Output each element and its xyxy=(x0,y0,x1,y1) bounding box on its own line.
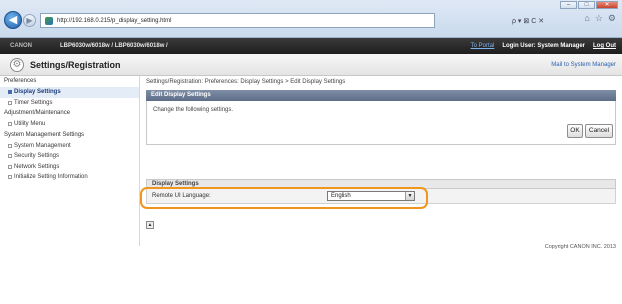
sidebar: Preferences Display Settings Timer Setti… xyxy=(0,76,140,246)
close-button[interactable]: ✕ xyxy=(596,1,618,9)
search-refresh-stop-icons[interactable]: ρ ▾ ⊠ C ✕ xyxy=(512,17,544,25)
page-top-icon[interactable]: ▲ xyxy=(146,221,154,229)
sidebar-item-timer-settings[interactable]: Timer Settings xyxy=(0,98,139,109)
sidebar-item-label: Display Settings xyxy=(14,89,61,95)
maximize-button[interactable]: □ xyxy=(578,1,595,9)
cancel-button[interactable]: Cancel xyxy=(585,124,613,138)
logout-link[interactable]: Log Out xyxy=(593,43,616,49)
bullet-icon xyxy=(8,90,12,94)
sidebar-item-label: Network Settings xyxy=(14,163,60,170)
url-text: http://192.168.0.215/p_display_setting.h… xyxy=(57,17,172,24)
breadcrumb: Settings/Registration: Preferences: Disp… xyxy=(146,79,346,85)
bullet-icon xyxy=(8,164,12,169)
page-header: ⚙ Settings/Registration Mail to System M… xyxy=(0,54,622,76)
browser-tool-icons: ⌂ ☆ ⚙ xyxy=(584,13,616,24)
minimize-button[interactable]: – xyxy=(560,1,577,9)
arrow-left-icon: ◀ xyxy=(8,14,18,26)
sidebar-item-label: Timer Settings xyxy=(14,99,53,106)
forward-button[interactable]: ▶ xyxy=(23,14,36,27)
portal-link[interactable]: To Portal xyxy=(471,43,495,49)
bullet-icon xyxy=(8,154,12,158)
sidebar-group-adjustment: Adjustment/Maintenance xyxy=(4,110,71,116)
copyright: Copyright CANON INC. 2013 xyxy=(544,244,616,250)
printer-header: CANON LBP6030w/6018w / LBP6030w/6018w / … xyxy=(0,38,622,54)
mail-to-manager-link[interactable]: Mail to System Manager xyxy=(551,62,616,68)
highlight-callout xyxy=(140,187,428,209)
sidebar-item-network-settings[interactable]: Network Settings xyxy=(0,162,139,173)
sidebar-item-label: Utility Menu xyxy=(14,121,46,127)
home-icon[interactable]: ⌂ xyxy=(584,13,589,24)
settings-icon: ⚙ xyxy=(10,58,24,72)
panel-title: Edit Display Settings xyxy=(146,90,616,101)
edit-panel: Change the following settings. OK Cancel xyxy=(146,101,616,145)
session-links: To Portal Login User: System Manager Log… xyxy=(471,43,616,49)
bullet-icon xyxy=(8,175,12,179)
printer-model: LBP6030w/6018w / LBP6030w/6018w / xyxy=(60,43,168,49)
arrow-right-icon: ▶ xyxy=(26,16,33,25)
back-button[interactable]: ◀ xyxy=(4,11,22,29)
sidebar-item-utility-menu[interactable]: Utility Menu xyxy=(0,119,139,130)
star-icon[interactable]: ☆ xyxy=(595,13,603,24)
sidebar-item-label: Security Settings xyxy=(14,153,60,159)
sidebar-item-initialize-settings[interactable]: Initialize Setting Information xyxy=(0,172,139,183)
sidebar-item-label: Initialize Setting Information xyxy=(14,174,88,180)
address-actions[interactable]: ρ ▾ ⊠ C ✕ xyxy=(512,13,572,28)
bullet-icon xyxy=(8,143,12,148)
browser-toolbar: – □ ✕ ◀ ▶ http://192.168.0.215/p_display… xyxy=(0,0,622,38)
sidebar-item-label: System Management xyxy=(14,142,71,149)
brand-logo: CANON xyxy=(10,43,32,49)
bullet-icon xyxy=(8,122,12,126)
ok-button[interactable]: OK xyxy=(567,124,583,138)
sidebar-item-security-settings[interactable]: Security Settings xyxy=(0,151,139,162)
address-bar[interactable]: http://192.168.0.215/p_display_setting.h… xyxy=(40,13,435,28)
instruction-text: Change the following settings. xyxy=(153,107,234,113)
page-title: Settings/Registration xyxy=(30,60,121,70)
sidebar-item-display-settings[interactable]: Display Settings xyxy=(0,87,139,98)
window-controls: – □ ✕ xyxy=(560,1,618,9)
login-user: Login User: System Manager xyxy=(502,43,585,49)
gear-icon[interactable]: ⚙ xyxy=(608,13,616,24)
main-content: Settings/Registration: Preferences: Disp… xyxy=(146,76,616,256)
sidebar-item-system-management[interactable]: System Management xyxy=(0,141,139,152)
site-favicon-icon xyxy=(45,16,53,25)
bullet-icon xyxy=(8,100,12,105)
sidebar-group-preferences: Preferences xyxy=(4,78,37,84)
sidebar-group-system-management: System Management Settings xyxy=(4,131,85,138)
